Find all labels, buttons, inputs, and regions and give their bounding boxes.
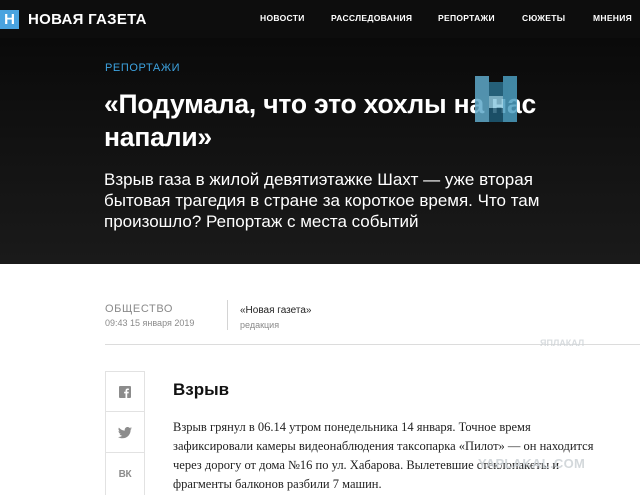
nav-item-news[interactable]: НОВОСТИ: [260, 13, 305, 25]
nav-item-opinions[interactable]: МНЕНИЯ: [593, 13, 632, 25]
article-author-link[interactable]: «Новая газета»: [240, 305, 311, 316]
vk-icon: ВК: [118, 468, 132, 480]
article-lead: Взрыв газа в жилой девятиэтажке Шахт — у…: [104, 170, 540, 231]
article-date: 09:43 15 января 2019: [105, 318, 195, 328]
article-author-role: редакция: [240, 320, 280, 330]
twitter-icon: [118, 426, 132, 438]
top-navigation-bar: Н НОВАЯ ГАЗЕТА НОВОСТИ РАССЛЕДОВАНИЯ РЕП…: [0, 0, 640, 38]
share-vk-button[interactable]: ВК: [106, 454, 144, 494]
article-hero: РЕПОРТАЖИ «Подумала, что это хохлы на на…: [0, 38, 640, 264]
share-twitter-button[interactable]: [106, 413, 144, 453]
article-rubric-link[interactable]: РЕПОРТАЖИ: [105, 62, 180, 74]
site-logo[interactable]: Н НОВАЯ ГАЗЕТА: [0, 8, 147, 30]
pixelated-logo-overlay: [475, 76, 517, 122]
article-section-link[interactable]: ОБЩЕСТВО: [105, 303, 173, 315]
watermark-text: YAPLAKAL.COM: [478, 456, 586, 471]
meta-divider: [227, 300, 228, 330]
logo-mark: Н: [0, 9, 19, 29]
nav-item-investigations[interactable]: РАССЛЕДОВАНИЯ: [331, 13, 412, 25]
share-column: ВК: [105, 371, 145, 495]
facebook-icon: [119, 385, 131, 398]
share-facebook-button[interactable]: [106, 372, 144, 412]
nav-item-stories[interactable]: СЮЖЕТЫ: [522, 13, 565, 25]
article-subheading: Взрыв: [173, 380, 230, 399]
nav-item-reports[interactable]: РЕПОРТАЖИ: [438, 13, 495, 25]
article-headline: «Подумала, что это хохлы на нас напали»: [104, 89, 537, 152]
logo-text: НОВАЯ ГАЗЕТА: [28, 10, 147, 28]
watermark-top: ЯПЛАКАЛ: [540, 338, 585, 348]
